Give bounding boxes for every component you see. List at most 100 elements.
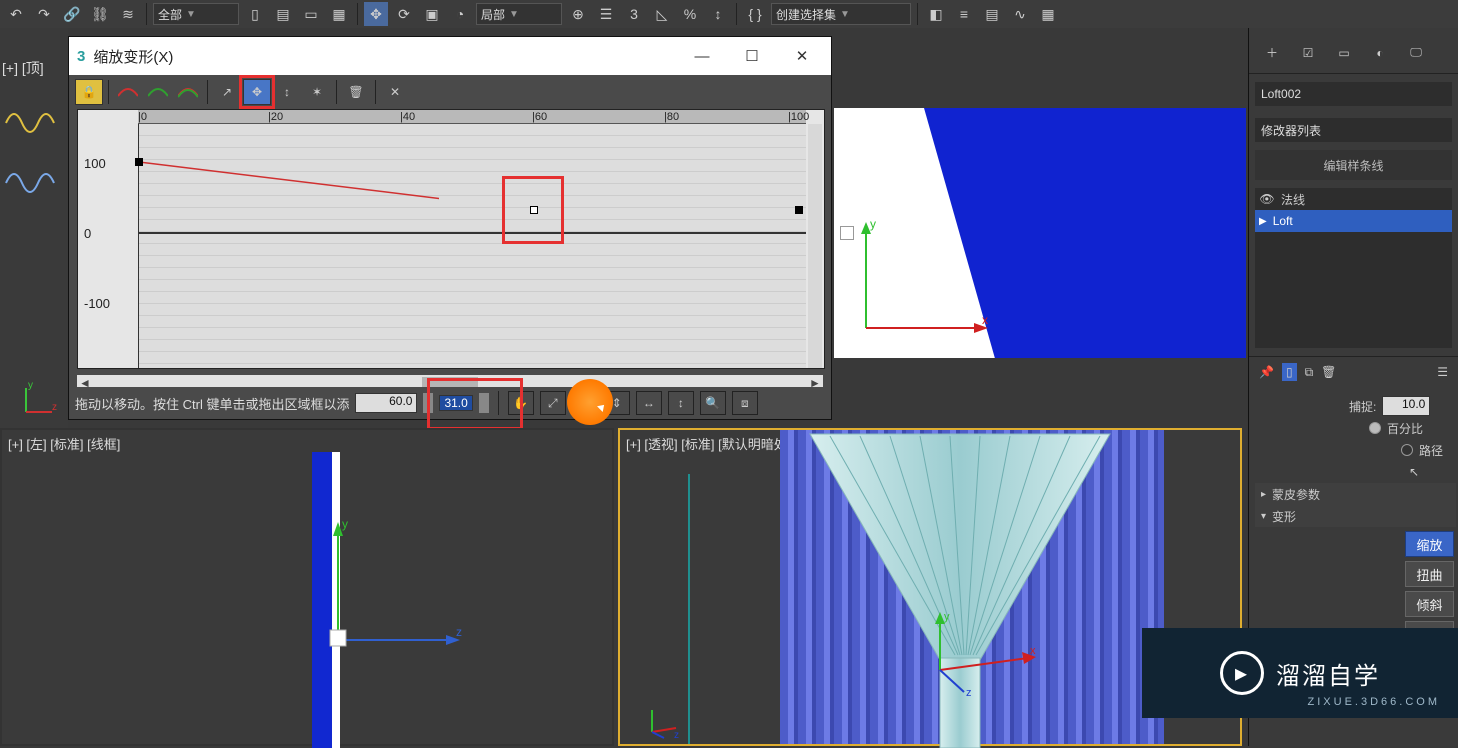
deform-graph[interactable]: |0 |20 |40 |60 |80 |100 100 0 -100	[77, 109, 825, 369]
modifier-list-dropdown[interactable]: 修改器列表	[1255, 118, 1452, 142]
deform-scale-label: 缩放	[1416, 535, 1442, 554]
highlight-y-field	[431, 382, 519, 426]
redo-icon[interactable]: ↷	[32, 2, 56, 26]
named-selset-dropdown[interactable]: 创建选择集 ▼	[771, 3, 911, 25]
paint-select-icon[interactable]: ▦	[327, 2, 351, 26]
curve-handle-start[interactable]	[135, 158, 143, 166]
window-titlebar[interactable]: 3 缩放变形(X) — ☐ ✕	[69, 37, 831, 75]
radio-path[interactable]	[1401, 444, 1413, 456]
sep	[336, 80, 337, 104]
motion-tab-icon[interactable]: ◐	[1365, 38, 1395, 68]
minimize-button[interactable]: —	[681, 42, 723, 70]
transform-gizmo[interactable]: y z	[322, 470, 482, 670]
deform-scale-button[interactable]: 缩放	[1405, 531, 1454, 557]
stack-row-normal[interactable]: 👁 法线	[1255, 188, 1452, 210]
toolbar-separator	[736, 3, 737, 25]
select-by-name-icon[interactable]: ▤	[271, 2, 295, 26]
zoom-icon[interactable]: 🔍	[700, 391, 726, 415]
ref-coord-dropdown[interactable]: 局部 ▼	[476, 3, 562, 25]
watermark: ▸ 溜溜自学 ZIXUE.3D66.COM	[1142, 628, 1458, 718]
transform-gizmo[interactable]: y x z	[920, 610, 1050, 700]
xy-axis-toggle[interactable]	[174, 79, 202, 105]
visibility-icon[interactable]: 👁	[1259, 192, 1275, 206]
radio-percent[interactable]	[1369, 422, 1381, 434]
stack-row-loft[interactable]: ▶ Loft	[1255, 210, 1452, 232]
expand-icon[interactable]: ▶	[1259, 216, 1267, 227]
zoom-horiz-ext-icon[interactable]: ↔	[636, 391, 662, 415]
layer-icon[interactable]: ▤	[980, 2, 1004, 26]
modify-tab-icon[interactable]: ☑	[1293, 38, 1323, 68]
percent-snap-icon[interactable]: %	[678, 2, 702, 26]
move-point-tool[interactable]: ✥	[243, 79, 271, 105]
pick-path-icon[interactable]: ↖	[1409, 465, 1419, 479]
percent-option[interactable]: 百分比	[1255, 417, 1456, 439]
viewport-top[interactable]: y x	[834, 108, 1246, 358]
deform-bevel-button[interactable]: 倾斜	[1405, 591, 1454, 617]
rollout-skin-params[interactable]: ▸ 蒙皮参数	[1255, 483, 1456, 505]
delete-point-tool[interactable]: 🗑	[342, 79, 370, 105]
maximize-button[interactable]: ☐	[731, 42, 773, 70]
angle-snap-icon[interactable]: ◺	[650, 2, 674, 26]
display-tab-icon[interactable]: 🖵	[1401, 38, 1431, 68]
y-axis-toggle[interactable]	[144, 79, 172, 105]
graph-body[interactable]	[138, 124, 806, 368]
svg-text:x: x	[1030, 645, 1036, 657]
unlink-icon[interactable]: ⛓	[88, 2, 112, 26]
viewport-label-left[interactable]: [+] [左] [标准] [线框]	[8, 434, 120, 453]
create-tab-icon[interactable]: ＋	[1257, 38, 1287, 68]
modifier-stack[interactable]: 👁 法线 ▶ Loft	[1255, 188, 1452, 348]
snap-toggle-icon[interactable]: 3	[622, 2, 646, 26]
object-name-field[interactable]: Loft002	[1255, 82, 1452, 106]
rollout-deform[interactable]: ▾ 变形	[1255, 505, 1456, 527]
select-object-icon[interactable]: ▯	[243, 2, 267, 26]
undo-icon[interactable]: ↶	[4, 2, 28, 26]
insert-point-tool[interactable]: ✶	[303, 79, 331, 105]
path-option[interactable]: 路径	[1255, 439, 1456, 461]
viewport-label-top[interactable]: [+] [顶]	[2, 58, 44, 78]
scale-tool-icon[interactable]: ▣	[420, 2, 444, 26]
reset-curve-icon[interactable]: ✕	[381, 79, 409, 105]
close-button[interactable]: ✕	[781, 42, 823, 70]
link-icon[interactable]: 🔗	[60, 2, 84, 26]
schematic-icon[interactable]: ▦	[1036, 2, 1060, 26]
manip-icon[interactable]: ☰	[594, 2, 618, 26]
x-axis-toggle[interactable]	[114, 79, 142, 105]
zoom-extents-icon[interactable]: ⤢	[540, 391, 566, 415]
pin-stack-icon[interactable]: 📌	[1259, 365, 1274, 379]
make-unique-icon[interactable]: ⧉	[1305, 365, 1314, 380]
configure-sets-icon[interactable]: ☰	[1437, 365, 1448, 379]
align-icon[interactable]: ≡	[952, 2, 976, 26]
viewport-label-persp[interactable]: [+] [透视] [标准] [默认明暗处理]	[626, 434, 803, 453]
zoom-vert-ext-icon[interactable]: ↕	[668, 391, 694, 415]
symmetry-lock-icon[interactable]: 🔒	[75, 79, 103, 105]
selection-filter-label: 全部	[158, 6, 182, 23]
rotate-tool-icon[interactable]: ⟳	[392, 2, 416, 26]
status-text: 拖动以移动。按住 Ctrl 键单击或拖出区域框以添	[75, 394, 349, 413]
spinner-snap-icon[interactable]: ↕	[706, 2, 730, 26]
curve-editor-icon[interactable]: ∿	[1008, 2, 1032, 26]
ruler-tick: |60	[532, 111, 547, 123]
bind-icon[interactable]: ≋	[116, 2, 140, 26]
move-tool-icon[interactable]: ✥	[364, 2, 388, 26]
rollout-chevron-icon: ▸	[1261, 489, 1266, 500]
viewport-left[interactable]: [+] [左] [标准] [线框] y z	[0, 428, 614, 746]
named-selset-icon[interactable]: { }	[743, 2, 767, 26]
zoom-region-icon[interactable]: ⧈	[732, 391, 758, 415]
deform-twist-button[interactable]: 扭曲	[1405, 561, 1454, 587]
graph-vertical-scrollbar[interactable]	[808, 124, 822, 368]
scale-point-tool[interactable]: ↕	[273, 79, 301, 105]
selection-filter-dropdown[interactable]: 全部 ▼	[153, 3, 239, 25]
hierarchy-tab-icon[interactable]: ▭	[1329, 38, 1359, 68]
curve-handle-end[interactable]	[795, 206, 803, 214]
mirror-icon[interactable]: ◧	[924, 2, 948, 26]
placement-tool-icon[interactable]: ◔	[448, 2, 472, 26]
edit-spline-button[interactable]: 编辑样条线	[1255, 150, 1452, 180]
snap-value-field[interactable]: 10.0	[1382, 396, 1430, 416]
remove-modifier-icon[interactable]: 🗑	[1321, 365, 1336, 379]
point-x-field[interactable]: 60.0	[355, 393, 417, 413]
rect-select-icon[interactable]: ▭	[299, 2, 323, 26]
show-end-result-icon[interactable]: ▯	[1282, 363, 1297, 381]
transform-gizmo[interactable]: y x	[846, 188, 996, 338]
pivot-icon[interactable]: ⊕	[566, 2, 590, 26]
select-tool-icon[interactable]: ↗	[213, 79, 241, 105]
